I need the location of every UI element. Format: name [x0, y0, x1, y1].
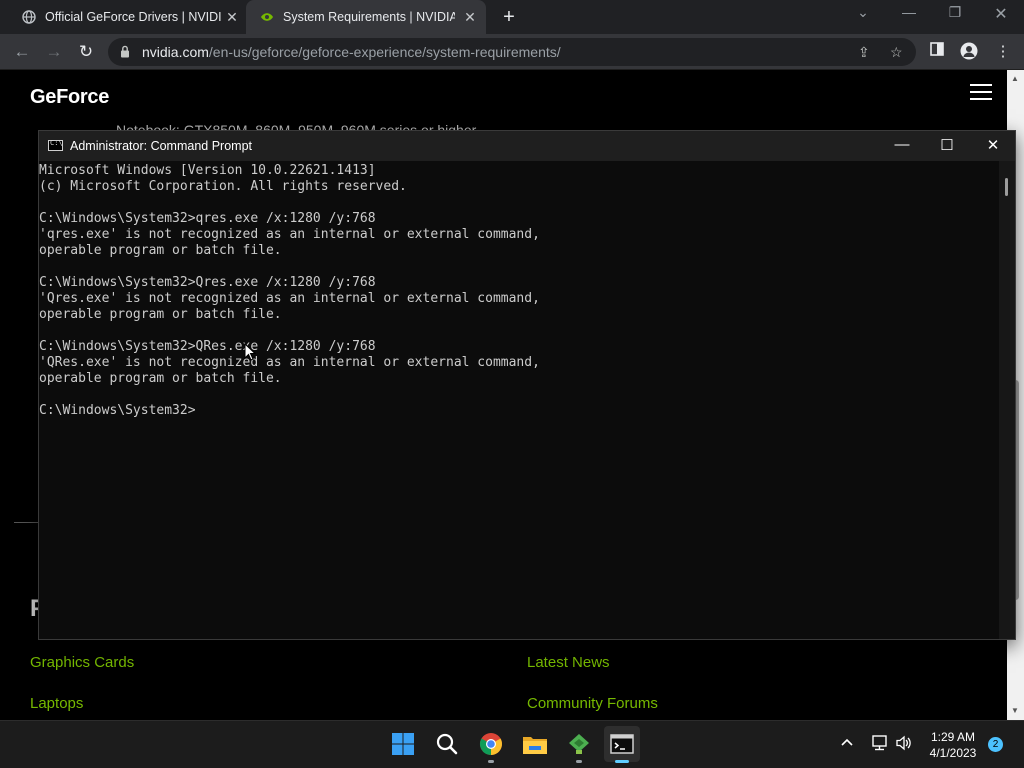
lock-icon[interactable]	[120, 45, 130, 63]
tab-geforce-drivers[interactable]: Official GeForce Drivers | NVIDIA ✕	[8, 0, 248, 34]
cmd-maximize-icon[interactable]: ☐	[935, 136, 959, 154]
tab-system-requirements[interactable]: System Requirements | NVIDIA G ✕	[246, 0, 486, 34]
app-icon[interactable]	[566, 731, 592, 763]
cmd-window-title: Administrator: Command Prompt	[70, 139, 253, 153]
tab-search-icon[interactable]: ⌄	[852, 4, 874, 21]
console-line: operable program or batch file.	[39, 371, 282, 386]
profile-icon[interactable]	[960, 42, 978, 64]
file-explorer-icon[interactable]	[522, 731, 548, 757]
console-line: 'Qres.exe' is not recognized as an inter…	[39, 291, 540, 306]
new-tab-button[interactable]: +	[499, 6, 519, 29]
console-line: Microsoft Windows [Version 10.0.22621.14…	[39, 163, 376, 178]
console-line: C:\Windows\System32>QRes.exe /x:1280 /y:…	[39, 339, 376, 354]
footer-link-latest-news[interactable]: Latest News	[527, 654, 610, 671]
cmd-app-icon: C:\	[48, 139, 63, 151]
console-line: C:\Windows\System32>Qres.exe /x:1280 /y:…	[39, 275, 376, 290]
cmd-scrollbar[interactable]	[999, 161, 1015, 639]
menu-kebab-icon[interactable]: ⋮	[994, 42, 1012, 60]
network-icon[interactable]	[871, 735, 889, 754]
volume-icon[interactable]	[895, 735, 913, 754]
active-indicator	[615, 760, 629, 763]
reload-icon[interactable]: ↻	[76, 42, 96, 62]
clock-time: 1:29 AM	[930, 730, 976, 744]
cmd-scroll-thumb[interactable]	[1005, 178, 1008, 196]
browser-toolbar: ← → ↻ nvidia.com/en-us/geforce/geforce-e…	[0, 34, 1024, 70]
console-line: (c) Microsoft Corporation. All rights re…	[39, 179, 407, 194]
close-tab-icon[interactable]: ✕	[462, 9, 478, 26]
mouse-cursor-icon	[244, 342, 257, 366]
tab-title: Official GeForce Drivers | NVIDIA	[45, 10, 221, 24]
nvidia-icon	[260, 10, 274, 24]
cmd-minimize-icon[interactable]: —	[890, 136, 914, 153]
footer-link-laptops[interactable]: Laptops	[30, 695, 83, 712]
running-indicator	[576, 760, 582, 763]
minimize-icon[interactable]: —	[898, 4, 920, 20]
footer-link-graphics-cards[interactable]: Graphics Cards	[30, 654, 134, 671]
share-icon[interactable]: ⇪	[858, 44, 870, 61]
hamburger-menu-icon[interactable]	[970, 84, 992, 105]
side-panel-icon[interactable]	[928, 42, 946, 60]
close-tab-icon[interactable]: ✕	[224, 9, 240, 26]
command-prompt-taskbar-icon[interactable]	[604, 726, 640, 763]
tab-title: System Requirements | NVIDIA G	[283, 10, 455, 24]
url-text: nvidia.com/en-us/geforce/geforce-experie…	[142, 44, 561, 60]
chrome-icon[interactable]	[478, 731, 504, 763]
back-icon[interactable]: ←	[12, 42, 32, 62]
console-line: operable program or batch file.	[39, 243, 282, 258]
geforce-logo[interactable]: GeForce	[30, 86, 109, 109]
console-line: C:\Windows\System32>qres.exe /x:1280 /y:…	[39, 211, 376, 226]
notification-badge[interactable]: 2	[988, 737, 1003, 752]
globe-icon	[22, 10, 36, 24]
windows-taskbar: 1:29 AM 4/1/2023 2	[0, 720, 1024, 768]
close-icon[interactable]: ✕	[990, 4, 1012, 24]
console-prompt-line[interactable]: C:\Windows\System32>	[39, 403, 999, 419]
bookmark-star-icon[interactable]: ☆	[890, 44, 903, 61]
cmd-title-bar[interactable]: C:\ Administrator: Command Prompt — ☐ ✕	[39, 131, 1015, 161]
system-clock[interactable]: 1:29 AM 4/1/2023	[920, 729, 986, 761]
command-prompt-window[interactable]: C:\ Administrator: Command Prompt — ☐ ✕ …	[38, 130, 1016, 640]
search-icon[interactable]	[434, 731, 460, 757]
show-hidden-icons-icon[interactable]	[840, 735, 854, 752]
running-indicator	[488, 760, 494, 763]
footer-link-community-forums[interactable]: Community Forums	[527, 695, 658, 712]
console-line: 'qres.exe' is not recognized as an inter…	[39, 227, 540, 242]
forward-icon[interactable]: →	[44, 42, 64, 62]
console-line: operable program or batch file.	[39, 307, 282, 322]
clock-date: 4/1/2023	[929, 746, 977, 760]
scroll-down-icon[interactable]: ▼	[1011, 706, 1019, 715]
cmd-console-output[interactable]: Microsoft Windows [Version 10.0.22621.14…	[39, 163, 999, 639]
cmd-close-icon[interactable]: ✕	[981, 136, 1005, 154]
console-line: 'QRes.exe' is not recognized as an inter…	[39, 355, 540, 370]
start-windows-icon[interactable]	[390, 731, 416, 757]
restore-icon[interactable]: ❐	[944, 4, 966, 21]
browser-tab-bar: Official GeForce Drivers | NVIDIA ✕ Syst…	[0, 0, 1024, 34]
address-bar[interactable]: nvidia.com/en-us/geforce/geforce-experie…	[108, 38, 916, 66]
scroll-up-icon[interactable]: ▲	[1011, 74, 1019, 83]
